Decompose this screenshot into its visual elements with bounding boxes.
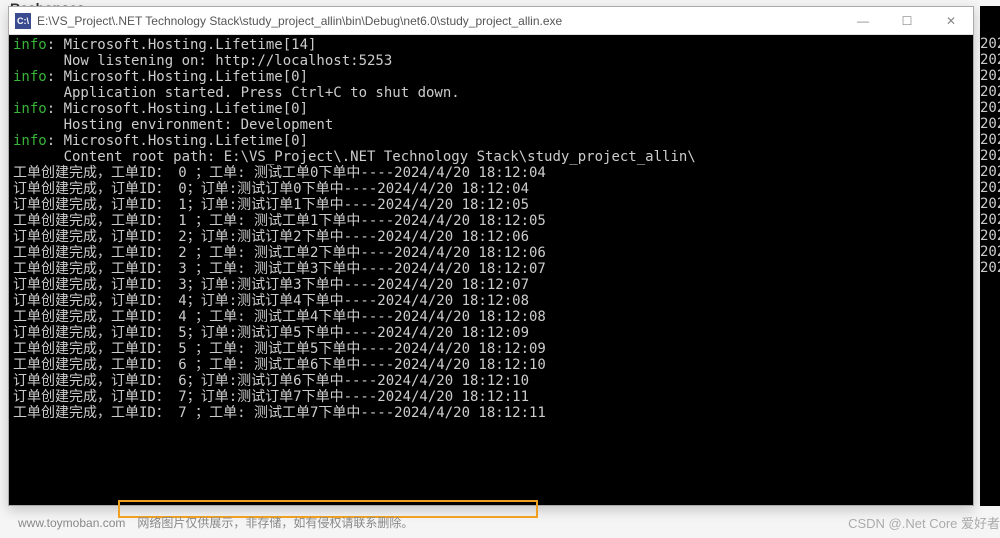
console-line: 工单创建完成，工单ID： 2 ；工单: 测试工单2下单中----2024/4/2… xyxy=(13,245,969,261)
console-line: 订单创建完成，订单ID： 3；订单:测试订单3下单中----2024/4/20 … xyxy=(13,277,969,293)
side-line: 202 xyxy=(980,164,1000,180)
console-line: 订单创建完成，订单ID： 7；订单:测试订单7下单中----2024/4/20 … xyxy=(13,389,969,405)
maximize-button[interactable]: ☐ xyxy=(885,7,929,35)
side-line: 202 xyxy=(980,132,1000,148)
console-line: Now listening on: http://localhost:5253 xyxy=(13,53,969,69)
console-line: 订单创建完成，订单ID： 5；订单:测试订单5下单中----2024/4/20 … xyxy=(13,325,969,341)
side-line: 202 xyxy=(980,116,1000,132)
window-controls: — ☐ ✕ xyxy=(841,7,973,35)
window-title: E:\VS_Project\.NET Technology Stack\stud… xyxy=(37,14,841,28)
watermark: CSDN @.Net Core 爱好者 xyxy=(848,513,1000,532)
minimize-button[interactable]: — xyxy=(841,7,885,35)
close-button[interactable]: ✕ xyxy=(929,7,973,35)
console-line: 工单创建完成，工单ID： 5 ；工单: 测试工单5下单中----2024/4/2… xyxy=(13,341,969,357)
console-line: 订单创建完成，订单ID： 0；订单:测试订单0下单中----2024/4/20 … xyxy=(13,181,969,197)
side-line: 202 xyxy=(980,100,1000,116)
side-line: 202 xyxy=(980,84,1000,100)
console-line: info: Microsoft.Hosting.Lifetime[0] xyxy=(13,69,969,85)
side-line: 202 xyxy=(980,52,1000,68)
console-output[interactable]: info: Microsoft.Hosting.Lifetime[14] Now… xyxy=(9,35,973,505)
console-line: 工单创建完成，工单ID： 7 ；工单: 测试工单7下单中----2024/4/2… xyxy=(13,405,969,421)
console-line: 订单创建完成，订单ID： 4；订单:测试订单4下单中----2024/4/20 … xyxy=(13,293,969,309)
side-console-panel: 2022022022022022022022022022022022022022… xyxy=(980,6,1000,506)
title-bar[interactable]: C:\ E:\VS_Project\.NET Technology Stack\… xyxy=(9,7,973,35)
side-line: 202 xyxy=(980,244,1000,260)
console-icon: C:\ xyxy=(15,13,31,29)
console-line: info: Microsoft.Hosting.Lifetime[0] xyxy=(13,101,969,117)
console-line: 工单创建完成，工单ID： 1 ；工单: 测试工单1下单中----2024/4/2… xyxy=(13,213,969,229)
footer-disclaimer: 网络图片仅供展示，非存储，如有侵权请联系删除。 xyxy=(137,514,413,531)
console-line: 工单创建完成，工单ID： 0 ；工单: 测试工单0下单中----2024/4/2… xyxy=(13,165,969,181)
console-line: info: Microsoft.Hosting.Lifetime[14] xyxy=(13,37,969,53)
side-line: 202 xyxy=(980,180,1000,196)
side-line: 202 xyxy=(980,260,1000,276)
console-line: 工单创建完成，工单ID： 3 ；工单: 测试工单3下单中----2024/4/2… xyxy=(13,261,969,277)
console-line: 工单创建完成，工单ID： 6 ；工单: 测试工单6下单中----2024/4/2… xyxy=(13,357,969,373)
console-line: 订单创建完成，订单ID： 6；订单:测试订单6下单中----2024/4/20 … xyxy=(13,373,969,389)
console-line: 工单创建完成，工单ID： 4 ；工单: 测试工单4下单中----2024/4/2… xyxy=(13,309,969,325)
footer-domain: www.toymoban.com xyxy=(18,516,125,530)
side-line: 202 xyxy=(980,68,1000,84)
side-line: 202 xyxy=(980,228,1000,244)
side-line: 202 xyxy=(980,36,1000,52)
console-line: 订单创建完成，订单ID： 1；订单:测试订单1下单中----2024/4/20 … xyxy=(13,197,969,213)
footer: www.toymoban.com 网络图片仅供展示，非存储，如有侵权请联系删除。… xyxy=(18,513,1000,532)
side-line: 202 xyxy=(980,212,1000,228)
console-window: C:\ E:\VS_Project\.NET Technology Stack\… xyxy=(8,6,974,506)
console-line: info: Microsoft.Hosting.Lifetime[0] xyxy=(13,133,969,149)
side-line: 202 xyxy=(980,196,1000,212)
side-line: 202 xyxy=(980,148,1000,164)
console-line: 订单创建完成，订单ID： 2；订单:测试订单2下单中----2024/4/20 … xyxy=(13,229,969,245)
console-line: Content root path: E:\VS_Project\.NET Te… xyxy=(13,149,969,165)
console-line: Hosting environment: Development xyxy=(13,117,969,133)
console-line: Application started. Press Ctrl+C to shu… xyxy=(13,85,969,101)
